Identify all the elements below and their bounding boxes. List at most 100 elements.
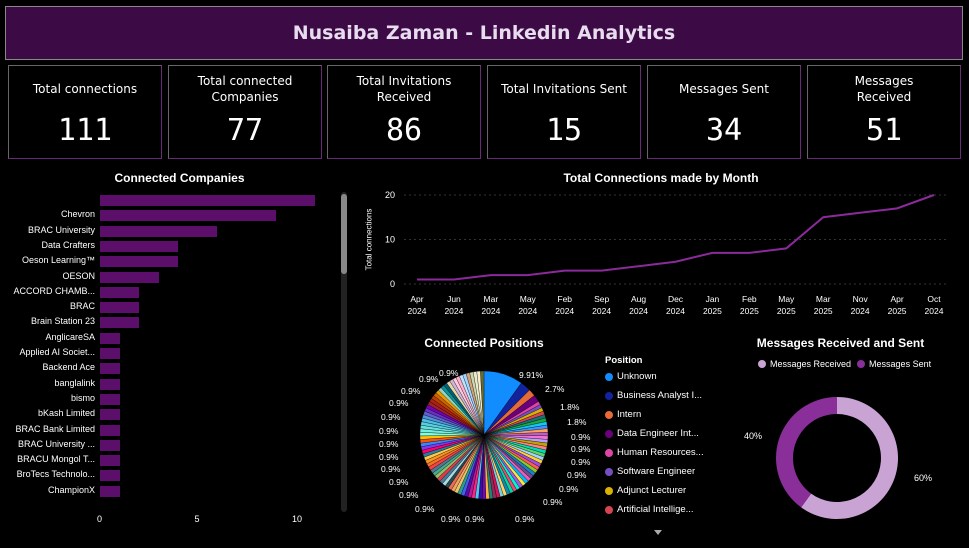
x-tick-label: 10 [292,514,303,524]
pie-data-label: 0.9% [379,439,399,449]
legend-label: Data Engineer Int... [617,428,699,439]
legend-scroll-down-icon[interactable] [654,530,662,535]
donut-label-received: 60% [914,473,933,483]
positions-legend-title: Position [605,355,643,366]
bar-label: BroTecs Technolo... [16,469,95,480]
bar-18[interactable] [100,470,120,482]
y-tick-label: 10 [385,235,395,245]
companies-scrollbar[interactable] [341,192,347,512]
bar-9[interactable] [100,332,120,344]
legend-item[interactable]: Artificial Intellige... [605,504,694,515]
x-tick-month: Nov [853,294,869,304]
pie-data-label: 1.8% [560,402,580,412]
positions-chart-title: Connected Positions [424,336,544,350]
pie-data-label: 2.7% [545,384,565,394]
legend-item[interactable]: Business Analyst I... [605,390,702,401]
positions-pie-chart[interactable]: 9.91%2.7% 1.8% 1.8% 0.9% 0.9% 0.9% 0.9% 0.9% 0.9… [359,350,609,540]
legend-item[interactable]: Adjunct Lecturer [605,485,686,496]
x-tick-month: Dec [668,294,684,304]
pie-data-label: 0.9% [401,386,421,396]
x-tick-year: 2024 [555,306,574,316]
legend-dot-sent [857,360,866,368]
bar-17[interactable] [100,455,120,467]
x-tick-year: 2024 [925,306,944,316]
bar-12[interactable] [100,378,120,390]
legend-item[interactable]: Software Engineer [605,466,695,477]
bar-8[interactable] [100,317,139,329]
bar-2[interactable] [100,225,217,237]
legend-label-sent: Messages Sent [869,359,932,369]
bar-10[interactable] [100,348,120,359]
pie-data-label: 0.9% [571,444,591,454]
bar-label: ACCORD CHAMB... [13,285,95,296]
bar-5[interactable] [100,271,159,283]
bar-19[interactable] [100,485,120,497]
legend-dot [605,505,613,514]
x-tick-month: Jun [447,294,461,304]
kpi-value: 51 [865,113,903,148]
kpi-card-total-connections[interactable]: Total connections 111 [8,65,162,159]
pie-data-label: 0.9% [381,412,401,422]
kpi-value: 34 [705,113,743,148]
x-tick-month: Mar [484,294,499,304]
pie-data-label: 1.8% [567,417,587,427]
bar-7[interactable] [100,302,139,314]
bar-label: Chevron [60,209,95,220]
legend-item[interactable]: Human Resources... [605,447,704,458]
bar-label: Backend Ace [42,362,95,373]
pie-data-label: 0.9% [419,374,439,384]
legend-dot [605,448,613,457]
bar-3[interactable] [100,240,178,252]
bar-1[interactable] [100,210,276,222]
donut-slice-messages-sent [776,397,837,508]
kpi-value: 111 [57,113,113,148]
bar-0[interactable] [100,195,315,206]
legend-label: Unknown [617,371,657,382]
legend-item[interactable]: Intern [605,409,641,420]
x-tick-month: May [520,294,537,304]
kpi-card-invitations-received[interactable]: Total Invitations Received 86 [327,65,481,159]
pie-data-label: 0.9% [543,497,563,507]
bar-16[interactable] [100,439,120,451]
kpi-value: 86 [385,113,423,148]
pie-data-label: 9.91% [519,370,544,380]
kpi-label: Total connections [32,82,138,96]
kpi-card-messages-sent[interactable]: Messages Sent 34 [647,65,801,159]
kpi-card-total-companies[interactable]: Total connected Companies 77 [168,65,322,159]
bar-label: bismo [70,392,95,403]
y-tick-label: 20 [385,190,395,200]
pie-data-label: 0.9% [399,490,419,500]
bar-15[interactable] [100,424,120,436]
x-tick-month: Apr [410,294,423,304]
bar-6[interactable] [100,286,139,298]
legend-label: Intern [617,409,642,420]
legend-dot [605,486,613,495]
bar-14[interactable] [100,409,120,421]
pie-data-label: 0.9% [515,514,535,524]
bar-label: ChampionX [47,484,95,495]
kpi-value: 15 [545,113,583,148]
messages-legend[interactable]: Messages Received Messages Sent [758,359,931,369]
bar-13[interactable] [100,393,120,405]
legend-item[interactable]: Data Engineer Int... [605,428,699,439]
pie-data-label: 0.9% [379,426,399,436]
kpi-card-messages-received[interactable]: Messages Received 51 [807,65,961,159]
bar-11[interactable] [100,363,120,375]
messages-donut-chart[interactable] [718,370,963,540]
x-tick-month: Oct [927,294,941,304]
kpi-card-invitations-sent[interactable]: Total Invitations Sent 15 [487,65,641,159]
legend-dot-received [758,360,766,368]
legend-dot [605,391,613,400]
bar-4[interactable] [100,256,178,268]
bar-label: Brain Station 23 [30,316,95,327]
x-tick-year: 2024 [629,306,648,316]
x-tick-year: 2024 [518,306,537,316]
scrollbar-thumb[interactable] [341,194,347,274]
monthly-line-chart[interactable]: 0 10 20 Apr 2024 Jun 2024 Mar 2024 May 2024 Feb 2024… [359,185,963,322]
kpi-label: Messages Sent [679,82,769,96]
dashboard-header: Nusaiba Zaman - Linkedin Analytics [5,6,963,60]
legend-item[interactable]: Unknown [605,371,657,382]
pie-data-label: 0.9% [379,452,399,462]
monthly-chart-title: Total Connections made by Month [563,171,759,185]
x-tick-month: Mar [816,294,831,304]
